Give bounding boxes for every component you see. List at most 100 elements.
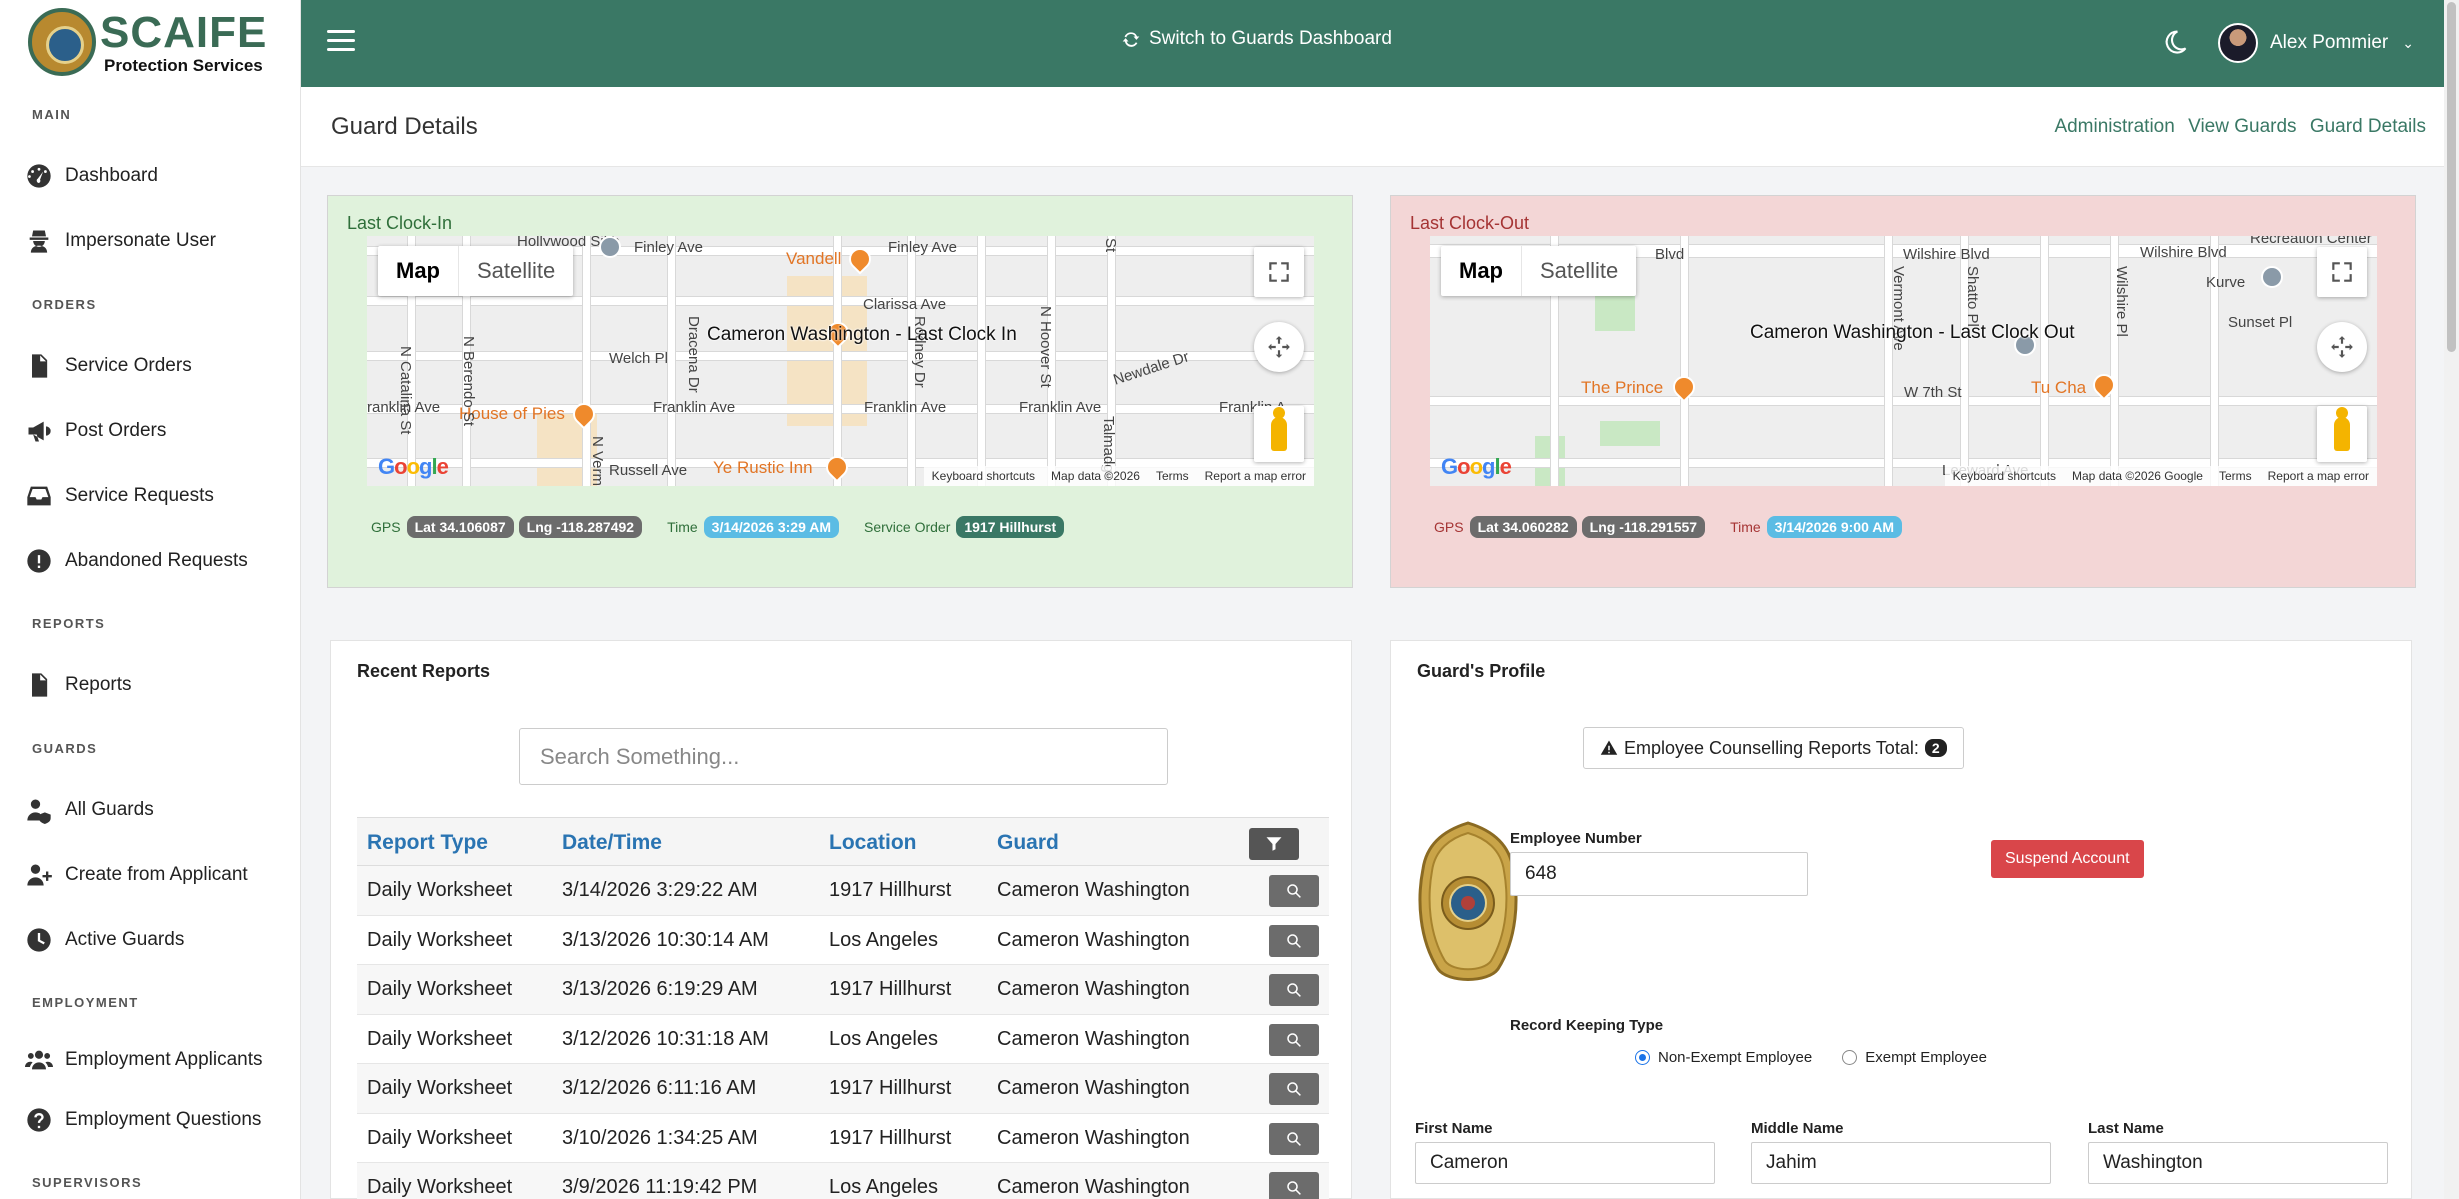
- counselling-reports-button[interactable]: Employee Counselling Reports Total: 2: [1583, 727, 1964, 769]
- street-view-pegman[interactable]: [1254, 406, 1304, 462]
- longitude-badge: Lng -118.291557: [1581, 516, 1706, 538]
- column-location[interactable]: Location: [829, 818, 917, 867]
- cell-guard: Cameron Washington: [997, 928, 1190, 951]
- view-report-button[interactable]: [1269, 875, 1319, 907]
- employee-number-field[interactable]: [1510, 852, 1808, 896]
- user-name: Alex Pommier: [2270, 32, 2389, 53]
- brand-logo[interactable]: SCAIFE Protection Services: [28, 6, 278, 78]
- clock-in-map[interactable]: Hollywood Sikh Finley Ave Vandell Finley…: [367, 236, 1314, 486]
- keyboard-shortcuts-link[interactable]: Keyboard shortcuts: [1953, 469, 2056, 483]
- map-data-text: Map data ©2026: [1051, 469, 1140, 483]
- sidebar-item-employment-questions[interactable]: Employment Questions: [25, 1100, 261, 1140]
- sidebar-item-all-guards[interactable]: All Guards: [25, 790, 154, 830]
- column-guard[interactable]: Guard: [997, 818, 1059, 867]
- sidebar-item-reports[interactable]: Reports: [25, 665, 132, 705]
- cell-guard: Cameron Washington: [997, 1176, 1190, 1198]
- cell-guard: Cameron Washington: [997, 1126, 1190, 1149]
- cell-guard: Cameron Washington: [997, 1027, 1190, 1050]
- sidebar-item-label: Employment Questions: [65, 1109, 262, 1130]
- map-type-control[interactable]: Map Satellite: [1441, 246, 1637, 296]
- cell-report-type: Daily Worksheet: [367, 928, 513, 951]
- filter-button[interactable]: [1249, 828, 1299, 860]
- report-map-error-link[interactable]: Report a map error: [2268, 469, 2369, 483]
- user-menu[interactable]: Alex Pommier ⌄: [2218, 23, 2414, 63]
- column-date-time[interactable]: Date/Time: [562, 818, 662, 867]
- page-scrollbar[interactable]: [2444, 0, 2459, 1199]
- non-exempt-radio[interactable]: [1635, 1050, 1650, 1065]
- street-view-pegman[interactable]: [2317, 406, 2367, 462]
- sidebar-item-label: Active Guards: [65, 929, 185, 950]
- sidebar-item-impersonate-user[interactable]: Impersonate User: [25, 221, 216, 261]
- refresh-icon: [1122, 32, 1140, 47]
- map-type-satellite[interactable]: Satellite: [1521, 246, 1636, 296]
- view-report-button[interactable]: [1269, 1122, 1319, 1155]
- view-report-button[interactable]: [1269, 1073, 1319, 1105]
- restaurant-pin-icon: [821, 451, 853, 483]
- exempt-radio[interactable]: [1842, 1050, 1858, 1065]
- map-type-map[interactable]: Map: [1441, 246, 1521, 296]
- megaphone-icon: [28, 421, 51, 442]
- sidebar-item-active-guards[interactable]: Active Guards: [25, 920, 184, 960]
- last-name-field[interactable]: [2088, 1142, 2388, 1184]
- sidebar-item-abandoned-requests[interactable]: Abandoned Requests: [25, 541, 248, 581]
- cell-report-type: Daily Worksheet: [367, 978, 513, 1000]
- sidebar-item-service-orders[interactable]: Service Orders: [25, 346, 192, 386]
- camera-control-button[interactable]: [1254, 322, 1304, 372]
- map-label: Kurve: [2206, 274, 2246, 291]
- scrollbar-thumb[interactable]: [2447, 2, 2456, 352]
- reports-table: Report Type Date/Time Location Guard Dai…: [357, 817, 1329, 1199]
- view-report-button[interactable]: [1269, 974, 1319, 1006]
- last-clock-out-panel: Last Clock-Out Blvd Wilshire Blvd Wilshi…: [1390, 195, 2416, 588]
- view-report-button[interactable]: [1269, 1172, 1319, 1199]
- sidebar-item-create-from-applicant[interactable]: Create from Applicant: [25, 855, 248, 895]
- sidebar-item-label: Service Requests: [65, 485, 214, 506]
- menu-toggle-icon[interactable]: [327, 30, 355, 54]
- scaife-seal-icon: [28, 8, 96, 76]
- keyboard-shortcuts-link[interactable]: Keyboard shortcuts: [932, 469, 1035, 483]
- breadcrumb-guard-details[interactable]: Guard Details: [2310, 116, 2426, 137]
- map-type-map[interactable]: Map: [378, 246, 458, 296]
- map-label: Franklin Ave: [1019, 399, 1102, 416]
- sidebar-item-post-orders[interactable]: Post Orders: [25, 411, 166, 451]
- switch-dashboard-label: Switch to Guards Dashboard: [1149, 28, 1392, 49]
- middle-name-field[interactable]: [1751, 1142, 2051, 1184]
- map-label: N Hoover St: [1037, 306, 1054, 388]
- suspend-account-button[interactable]: Suspend Account: [1991, 840, 2144, 878]
- dark-mode-moon-icon[interactable]: [2161, 28, 2189, 56]
- switch-dashboard-button[interactable]: Switch to Guards Dashboard: [1121, 28, 1392, 50]
- cell-report-type: Daily Worksheet: [367, 1077, 513, 1099]
- first-name-field[interactable]: [1415, 1142, 1715, 1184]
- sidebar-item-employment-applicants[interactable]: Employment Applicants: [25, 1040, 263, 1080]
- map-type-control[interactable]: Map Satellite: [378, 246, 574, 296]
- camera-control-button[interactable]: [2317, 322, 2367, 372]
- table-row: Daily Worksheet 3/14/2026 3:29:22 AM 191…: [357, 866, 1329, 916]
- clock-out-map[interactable]: Blvd Wilshire Blvd Wilshire Blvd Recreat…: [1430, 236, 2377, 486]
- sidebar-item-dashboard[interactable]: Dashboard: [25, 156, 158, 196]
- last-clock-in-panel: Last Clock-In Hollywood Sikh Finley Ave …: [327, 195, 1353, 588]
- cell-location: Los Angeles: [829, 1027, 938, 1050]
- terms-link[interactable]: Terms: [1156, 469, 1189, 483]
- map-label: Dracena Dr: [685, 316, 702, 393]
- sidebar-item-label: Create from Applicant: [65, 864, 248, 885]
- map-label: Vandell: [786, 249, 842, 268]
- guard-profile-card: Guard's Profile Employee Counselling Rep…: [1390, 640, 2412, 1199]
- table-row: Daily Worksheet 3/13/2026 6:19:29 AM 191…: [357, 965, 1329, 1015]
- fullscreen-button[interactable]: [1254, 247, 1304, 297]
- map-road: [667, 236, 676, 486]
- view-report-button[interactable]: [1269, 1023, 1319, 1056]
- report-map-error-link[interactable]: Report a map error: [1205, 469, 1306, 483]
- sidebar-item-service-requests[interactable]: Service Requests: [25, 476, 214, 516]
- search-input[interactable]: [519, 728, 1168, 785]
- recent-reports-title: Recent Reports: [357, 661, 491, 681]
- fullscreen-button[interactable]: [2317, 247, 2367, 297]
- map-type-satellite[interactable]: Satellite: [458, 246, 573, 296]
- time-badge: 3/14/2026 9:00 AM: [1766, 516, 1902, 538]
- terms-link[interactable]: Terms: [2219, 469, 2252, 483]
- map-attribution: Keyboard shortcuts Map data ©2026 Terms …: [923, 466, 1314, 486]
- employee-number-label: Employee Number: [1510, 830, 1642, 847]
- column-report-type[interactable]: Report Type: [367, 818, 488, 867]
- view-report-button[interactable]: [1269, 924, 1319, 957]
- clock-icon: [27, 928, 51, 952]
- breadcrumb-administration[interactable]: Administration: [2054, 116, 2174, 137]
- breadcrumb-view-guards[interactable]: View Guards: [2188, 116, 2296, 137]
